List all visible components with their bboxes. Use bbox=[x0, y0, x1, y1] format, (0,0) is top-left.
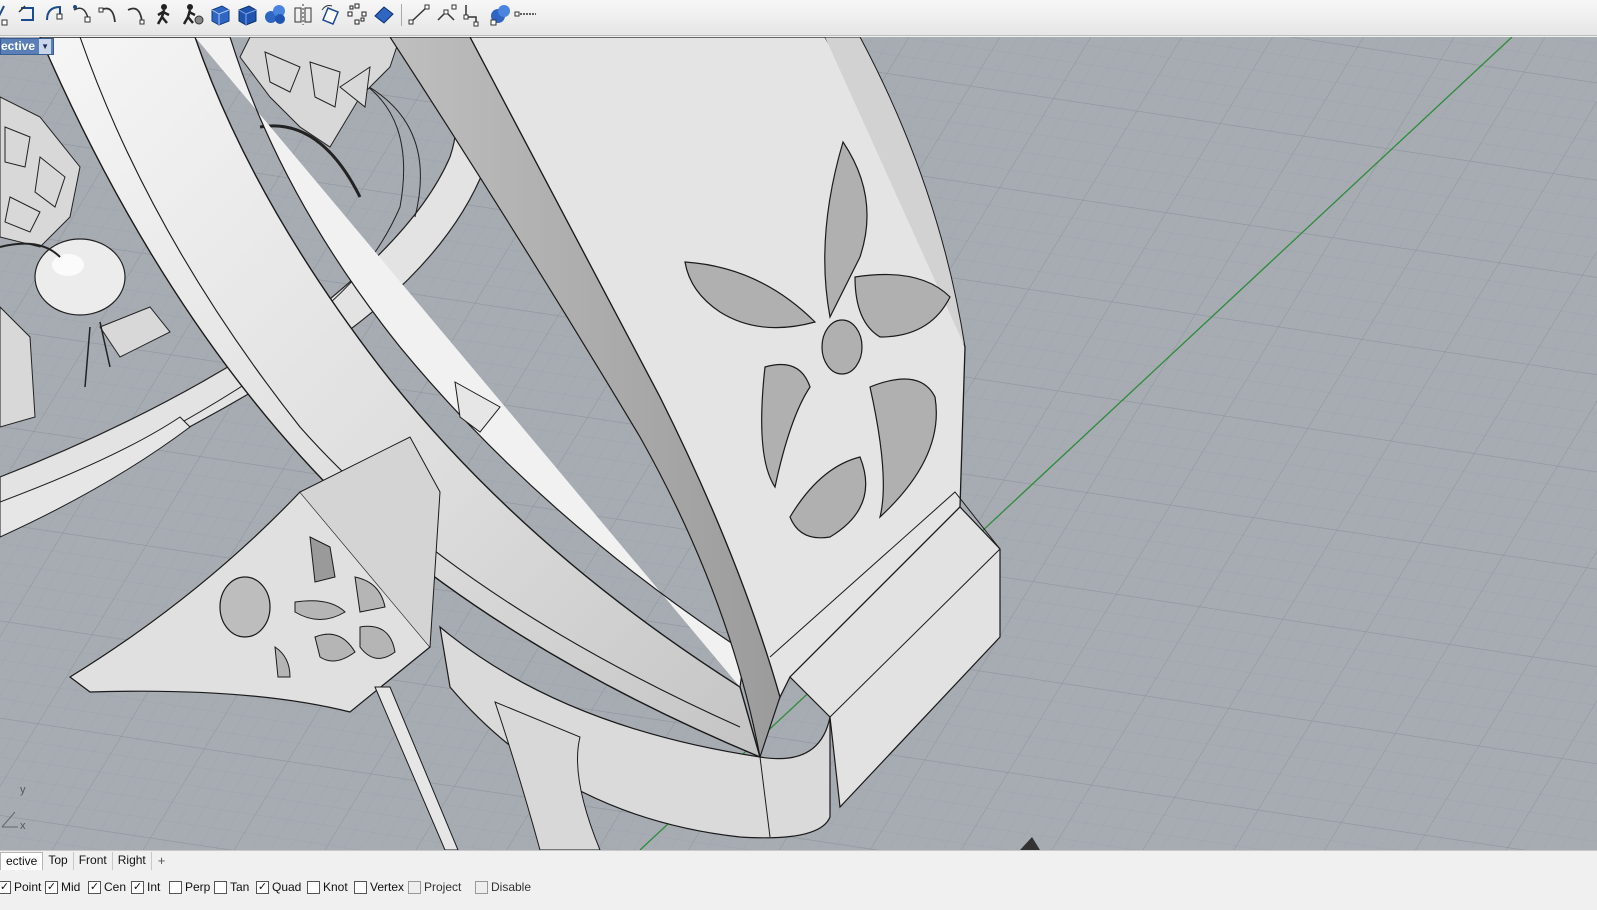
world-axes-icon bbox=[1, 811, 18, 828]
osnap-bar: ✓ Point ✓ Mid ✓ Cen ✓ Int Perp Tan ✓ Quad Kno… bbox=[0, 872, 1597, 910]
osnap-cen[interactable]: ✓ Cen bbox=[88, 879, 126, 895]
viewport-scene bbox=[0, 37, 1597, 850]
osnap-perp[interactable]: Perp bbox=[169, 879, 210, 895]
walk-icon[interactable] bbox=[152, 2, 177, 27]
viewport-title[interactable]: ective ▼ bbox=[0, 38, 55, 55]
osnap-int[interactable]: ✓ Int bbox=[131, 879, 160, 895]
osnap-point[interactable]: ✓ Point bbox=[0, 879, 41, 895]
rotate-icon[interactable] bbox=[318, 2, 343, 27]
chevron-down-icon[interactable]: ▼ bbox=[39, 39, 52, 54]
gumball-icon[interactable] bbox=[372, 2, 397, 27]
add-tab-icon[interactable]: + bbox=[152, 852, 172, 870]
boolean-icon[interactable] bbox=[488, 2, 513, 27]
osnap-knot[interactable]: Knot bbox=[307, 879, 348, 895]
checkbox-icon[interactable] bbox=[169, 880, 182, 894]
split-icon[interactable] bbox=[434, 2, 459, 27]
solid-box-icon[interactable] bbox=[235, 2, 260, 27]
checkbox-icon[interactable]: ✓ bbox=[131, 880, 144, 894]
osnap-tan[interactable]: Tan bbox=[214, 879, 249, 895]
trim-icon[interactable] bbox=[461, 2, 486, 27]
polyline-icon[interactable] bbox=[407, 2, 432, 27]
checkbox-icon[interactable] bbox=[408, 880, 421, 894]
perspective-viewport[interactable]: ective ▼ y x bbox=[0, 37, 1597, 850]
tab-front[interactable]: Front bbox=[74, 851, 113, 870]
points-on-icon[interactable] bbox=[345, 2, 370, 27]
curve-from-point-icon[interactable] bbox=[70, 2, 95, 27]
tab-right[interactable]: Right bbox=[113, 851, 152, 870]
command-toolbar bbox=[0, 0, 1597, 36]
mirror-icon[interactable] bbox=[291, 2, 316, 27]
axis-y-label: y bbox=[20, 784, 26, 796]
checkbox-icon[interactable]: ✓ bbox=[256, 880, 269, 894]
redo-icon[interactable] bbox=[42, 2, 67, 27]
tab-top[interactable]: Top bbox=[43, 851, 74, 870]
sphere-group-icon[interactable] bbox=[263, 2, 288, 27]
osnap-disable[interactable]: Disable bbox=[475, 879, 531, 895]
viewport-title-label: ective bbox=[1, 39, 36, 53]
checkbox-icon[interactable]: ✓ bbox=[45, 880, 58, 894]
checkbox-icon[interactable] bbox=[354, 880, 367, 894]
box-icon[interactable] bbox=[208, 2, 233, 27]
osnap-quad[interactable]: ✓ Quad bbox=[256, 879, 301, 895]
arc-3pt-icon[interactable] bbox=[124, 2, 149, 27]
checkbox-icon[interactable] bbox=[307, 880, 320, 894]
viewport-tabs: ective Top Front Right + bbox=[0, 850, 1597, 870]
line-icon[interactable] bbox=[514, 2, 539, 27]
walk-gear-icon[interactable] bbox=[180, 2, 205, 27]
osnap-mid[interactable]: ✓ Mid bbox=[45, 879, 80, 895]
axis-x-label: x bbox=[20, 820, 26, 832]
arc-icon[interactable] bbox=[97, 2, 122, 27]
checkbox-icon[interactable]: ✓ bbox=[0, 880, 11, 894]
osnap-project[interactable]: Project bbox=[408, 879, 461, 895]
osnap-vertex[interactable]: Vertex bbox=[354, 879, 404, 895]
checkbox-icon[interactable] bbox=[475, 880, 488, 894]
toolbar-separator bbox=[401, 4, 402, 26]
tab-perspective[interactable]: ective bbox=[0, 851, 44, 870]
checkbox-icon[interactable]: ✓ bbox=[88, 880, 101, 894]
undo-icon[interactable] bbox=[15, 2, 40, 27]
checkbox-icon[interactable] bbox=[214, 880, 227, 894]
